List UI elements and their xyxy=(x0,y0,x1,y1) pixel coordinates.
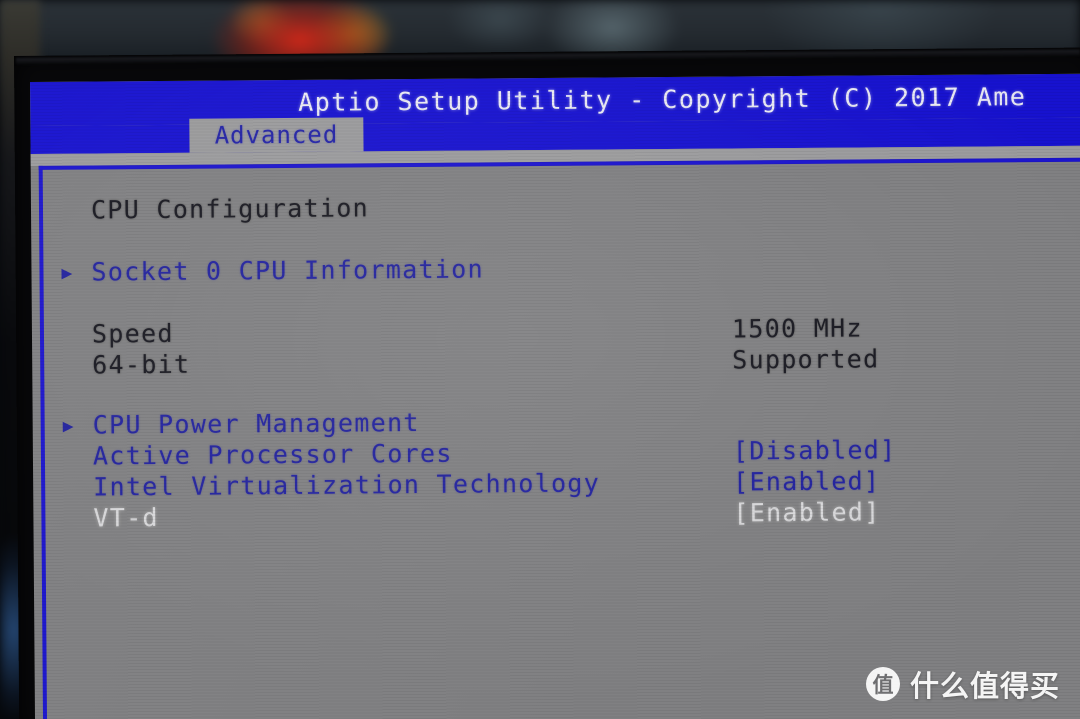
field-value-64-bit: Supported xyxy=(732,344,880,375)
bios-content-panel: CPU Configuration ▶ Socket 0 CPU Informa… xyxy=(38,157,1080,719)
field-label-active-processor-cores[interactable]: Active Processor Cores xyxy=(93,439,453,471)
watermark-text: 什么值得买 xyxy=(909,669,1060,703)
field-value-active-processor-cores[interactable]: [Disabled] xyxy=(733,435,897,465)
menu-item-cpu-power-management[interactable]: CPU Power Management xyxy=(93,408,420,440)
tab-advanced-label: Advanced xyxy=(214,120,339,150)
tab-advanced[interactable]: Advanced xyxy=(189,117,364,153)
watermark-logo-icon: 值 xyxy=(865,667,900,701)
field-label-vt-d: VT-d xyxy=(93,503,159,533)
section-header: CPU Configuration xyxy=(90,193,370,225)
field-value-speed: 1500 MHz xyxy=(731,313,863,344)
photo-of-monitor: Aptio Setup Utility - Copyright (C) 2017… xyxy=(0,0,1080,719)
bios-screen: Aptio Setup Utility - Copyright (C) 2017… xyxy=(30,73,1080,719)
field-label-64-bit: 64-bit xyxy=(92,349,191,380)
field-label-intel-virtualization-technology[interactable]: Intel Virtualization Technology xyxy=(93,469,600,502)
watermark: 值 什么值得买 xyxy=(865,663,1060,705)
menu-item-socket-0-cpu-information[interactable]: Socket 0 CPU Information xyxy=(91,254,484,286)
submenu-arrow-icon: ▶ xyxy=(61,262,73,284)
field-value-vt-d: [Enabled] xyxy=(733,497,881,528)
bios-title: Aptio Setup Utility - Copyright (C) 2017… xyxy=(298,82,1027,117)
field-label-speed: Speed xyxy=(91,318,174,349)
field-value-intel-virtualization-technology[interactable]: [Enabled] xyxy=(733,466,880,496)
submenu-arrow-icon-2: ▶ xyxy=(62,415,74,437)
